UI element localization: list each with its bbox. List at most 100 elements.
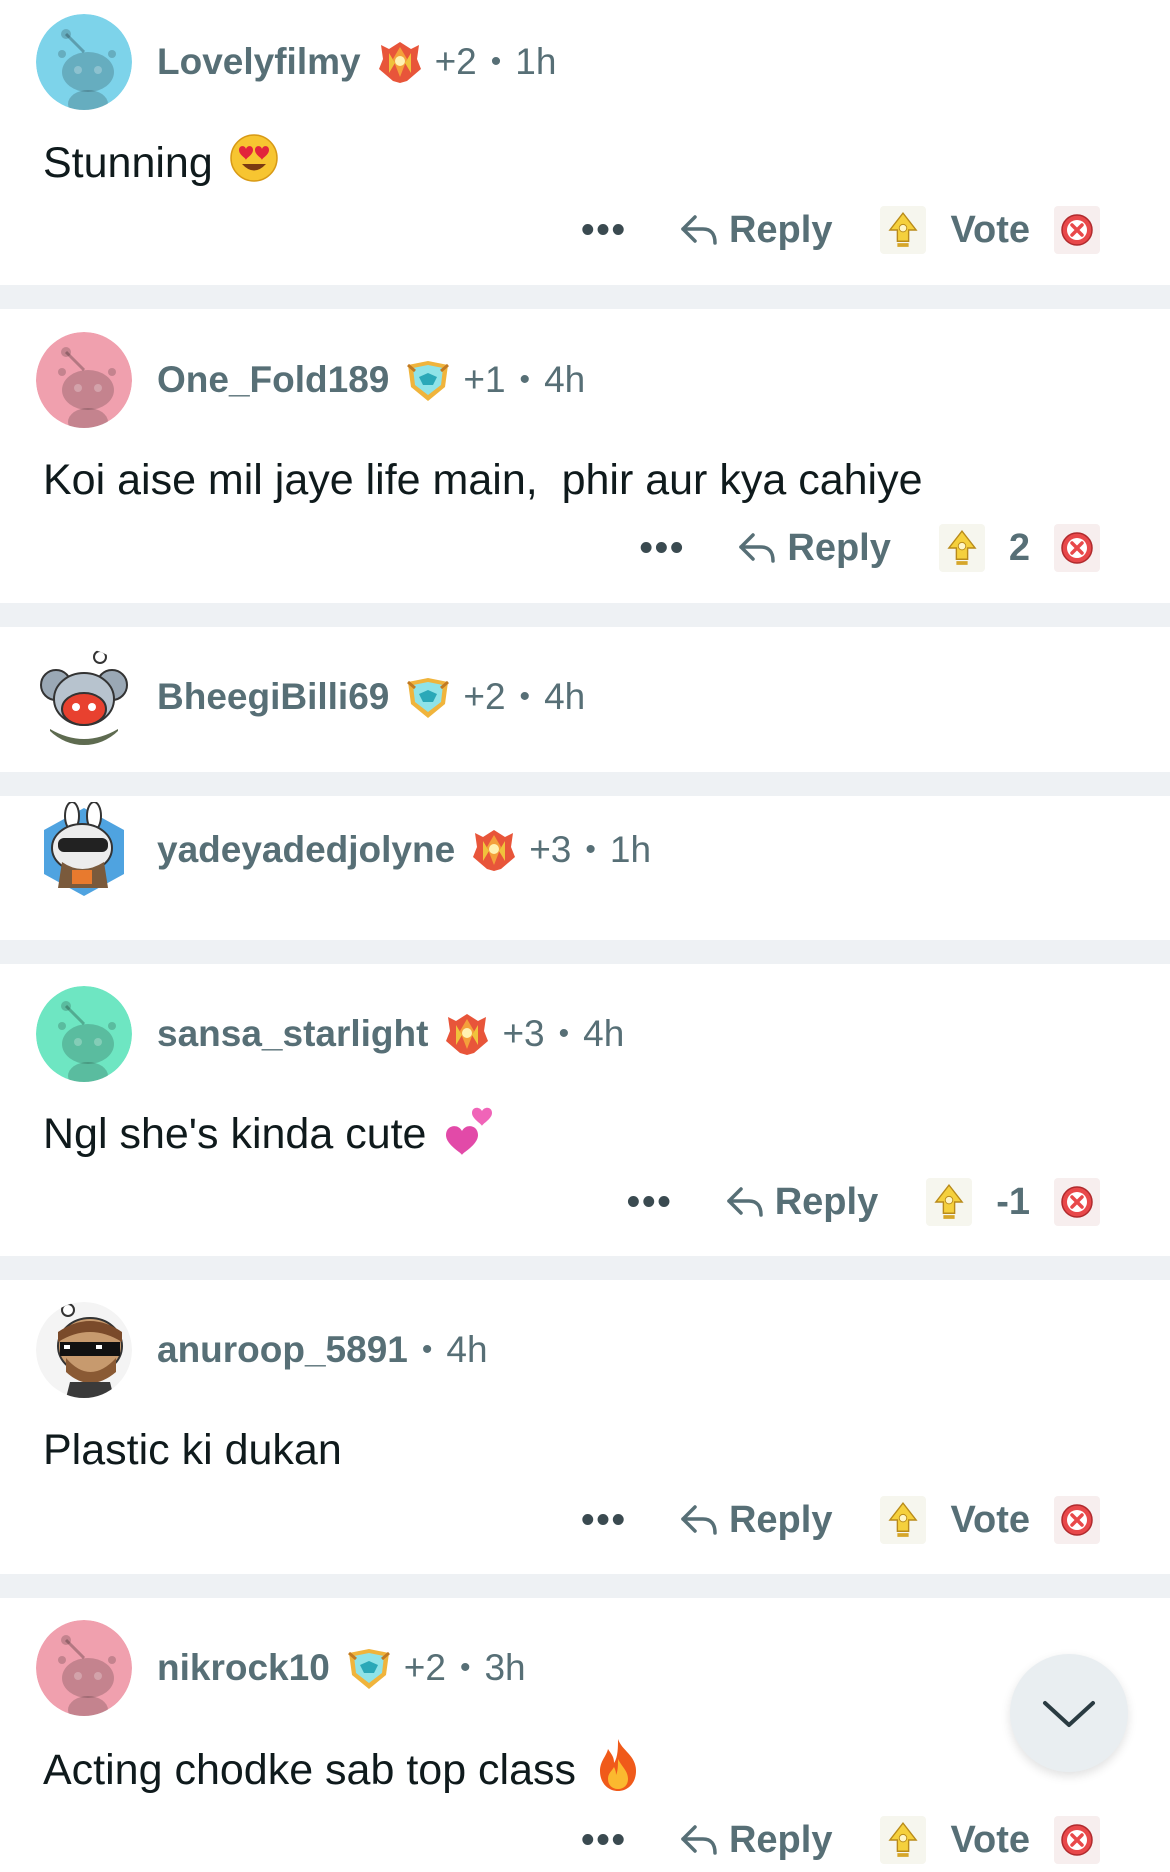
scroll-to-next-button[interactable] — [1010, 1654, 1128, 1772]
comment-text: Stunning — [43, 138, 213, 187]
award-count: +2 — [403, 1647, 446, 1688]
upvote-icon — [947, 529, 977, 567]
comment-card: sansa_starlight +3 • 4h Ngl she's kinda … — [0, 964, 1170, 1256]
username[interactable]: yadeyadedjolyne — [157, 829, 455, 871]
upvote-button[interactable] — [880, 1496, 927, 1544]
shield-badge-icon — [405, 357, 451, 403]
avatar[interactable] — [36, 332, 132, 428]
avatar[interactable] — [36, 1302, 132, 1398]
reply-arrow-icon — [723, 1181, 765, 1223]
reply-button[interactable]: Reply — [677, 1819, 832, 1862]
avatar[interactable] — [36, 14, 132, 110]
reply-arrow-icon — [677, 1819, 719, 1861]
reply-label: Reply — [728, 1818, 833, 1861]
username[interactable]: BheegiBilli69 — [157, 676, 389, 718]
reply-arrow-icon — [677, 1499, 719, 1541]
upvote-icon — [888, 1501, 918, 1539]
reply-label: Reply — [787, 526, 891, 569]
comment-meta: BheegiBilli69 +2 • 4h — [157, 649, 585, 745]
avatar[interactable] — [36, 649, 132, 745]
comment-meta: sansa_starlight +3 • 4h — [157, 986, 624, 1082]
shield-badge-icon — [405, 674, 451, 720]
comment-meta: anuroop_5891 • 4h — [157, 1302, 488, 1398]
crystal-badge-icon — [471, 827, 517, 873]
crystal-badge-icon — [377, 39, 423, 85]
comment-body: Plastic ki dukan — [43, 1422, 342, 1478]
upvote-button[interactable] — [880, 206, 927, 254]
comment-card: BheegiBilli69 +2 • 4h — [0, 627, 1170, 772]
more-options-button[interactable]: ••• — [581, 1819, 627, 1862]
more-options-button[interactable]: ••• — [639, 527, 685, 570]
more-options-button[interactable]: ••• — [581, 209, 627, 252]
avatar[interactable] — [36, 1620, 132, 1716]
comment-actions: ••• Reply Vote — [581, 1810, 1100, 1870]
bunny-avatar-icon — [44, 802, 124, 896]
meta-separator: • — [585, 833, 596, 866]
username[interactable]: sansa_starlight — [157, 1013, 428, 1055]
reply-label: Reply — [774, 1180, 879, 1223]
vote-count: -1 — [996, 1180, 1030, 1223]
downvote-button[interactable] — [1054, 1496, 1100, 1544]
comment-divider — [0, 772, 1170, 796]
reply-button[interactable]: Reply — [677, 209, 832, 252]
award-count: +2 — [463, 676, 506, 717]
comment-divider — [0, 940, 1170, 964]
username[interactable]: anuroop_5891 — [157, 1329, 408, 1371]
sunglasses-avatar-icon — [36, 1302, 132, 1398]
reply-arrow-icon — [677, 209, 719, 251]
username[interactable]: Lovelyfilmy — [157, 41, 361, 83]
comment-age: 4h — [583, 1013, 625, 1054]
meta-separator: • — [519, 363, 531, 396]
comment-meta: One_Fold189 +1 • 4h — [157, 332, 585, 428]
upvote-icon — [888, 1821, 918, 1859]
meta-separator: • — [459, 1651, 471, 1684]
more-options-button[interactable]: ••• — [627, 1181, 673, 1224]
reply-button[interactable]: Reply — [677, 1499, 832, 1542]
avatar[interactable] — [36, 802, 132, 898]
upvote-icon — [888, 211, 918, 249]
comment-meta: nikrock10 +2 • 3h — [157, 1620, 526, 1716]
downvote-icon — [1060, 531, 1094, 565]
reply-button[interactable]: Reply — [735, 526, 891, 570]
fire-icon — [592, 1737, 644, 1804]
downvote-button[interactable] — [1054, 1178, 1100, 1226]
comment-divider — [0, 1256, 1170, 1280]
comment-card: anuroop_5891 • 4h Plastic ki dukan ••• R… — [0, 1280, 1170, 1574]
downvote-button[interactable] — [1054, 206, 1100, 254]
comment-body: Stunning — [43, 133, 279, 194]
reply-label: Reply — [728, 1498, 833, 1541]
heart-eyes-icon — [229, 133, 279, 194]
downvote-icon — [1060, 1823, 1094, 1857]
avatar[interactable] — [36, 986, 132, 1082]
downvote-button[interactable] — [1054, 1816, 1100, 1864]
comment-divider — [0, 603, 1170, 627]
comment-card: yadeyadedjolyne +3 • 1h — [0, 796, 1170, 940]
upvote-button[interactable] — [938, 524, 985, 572]
koala-avatar-icon — [36, 649, 132, 745]
username[interactable]: nikrock10 — [157, 1647, 330, 1689]
reply-button[interactable]: Reply — [723, 1181, 878, 1224]
comment-body: Koi aise mil jaye life main, phir aur ky… — [43, 452, 922, 508]
reply-arrow-icon — [735, 527, 777, 569]
vote-count: Vote — [950, 1498, 1030, 1541]
comment-meta: Lovelyfilmy +2 • 1h — [157, 14, 556, 110]
downvote-button[interactable] — [1054, 524, 1100, 572]
vote-count: 2 — [1008, 526, 1030, 569]
username[interactable]: One_Fold189 — [157, 359, 389, 401]
vote-count: Vote — [950, 1818, 1030, 1861]
vote-count: Vote — [950, 208, 1030, 251]
comment-age: 4h — [544, 676, 586, 717]
award-count: +3 — [502, 1013, 545, 1054]
comment-text: Koi aise mil jaye life main, phir aur ky… — [43, 455, 923, 504]
meta-separator: • — [519, 680, 531, 713]
upvote-button[interactable] — [926, 1178, 973, 1226]
upvote-button[interactable] — [880, 1816, 927, 1864]
reply-label: Reply — [728, 208, 833, 251]
downvote-icon — [1060, 1503, 1094, 1537]
meta-separator: • — [421, 1333, 433, 1366]
comment-text: Acting chodke sab top class — [43, 1745, 577, 1794]
comment-text: Plastic ki dukan — [43, 1425, 342, 1474]
more-options-button[interactable]: ••• — [581, 1499, 627, 1542]
comment-age: 4h — [446, 1329, 488, 1370]
upvote-icon — [934, 1183, 964, 1221]
